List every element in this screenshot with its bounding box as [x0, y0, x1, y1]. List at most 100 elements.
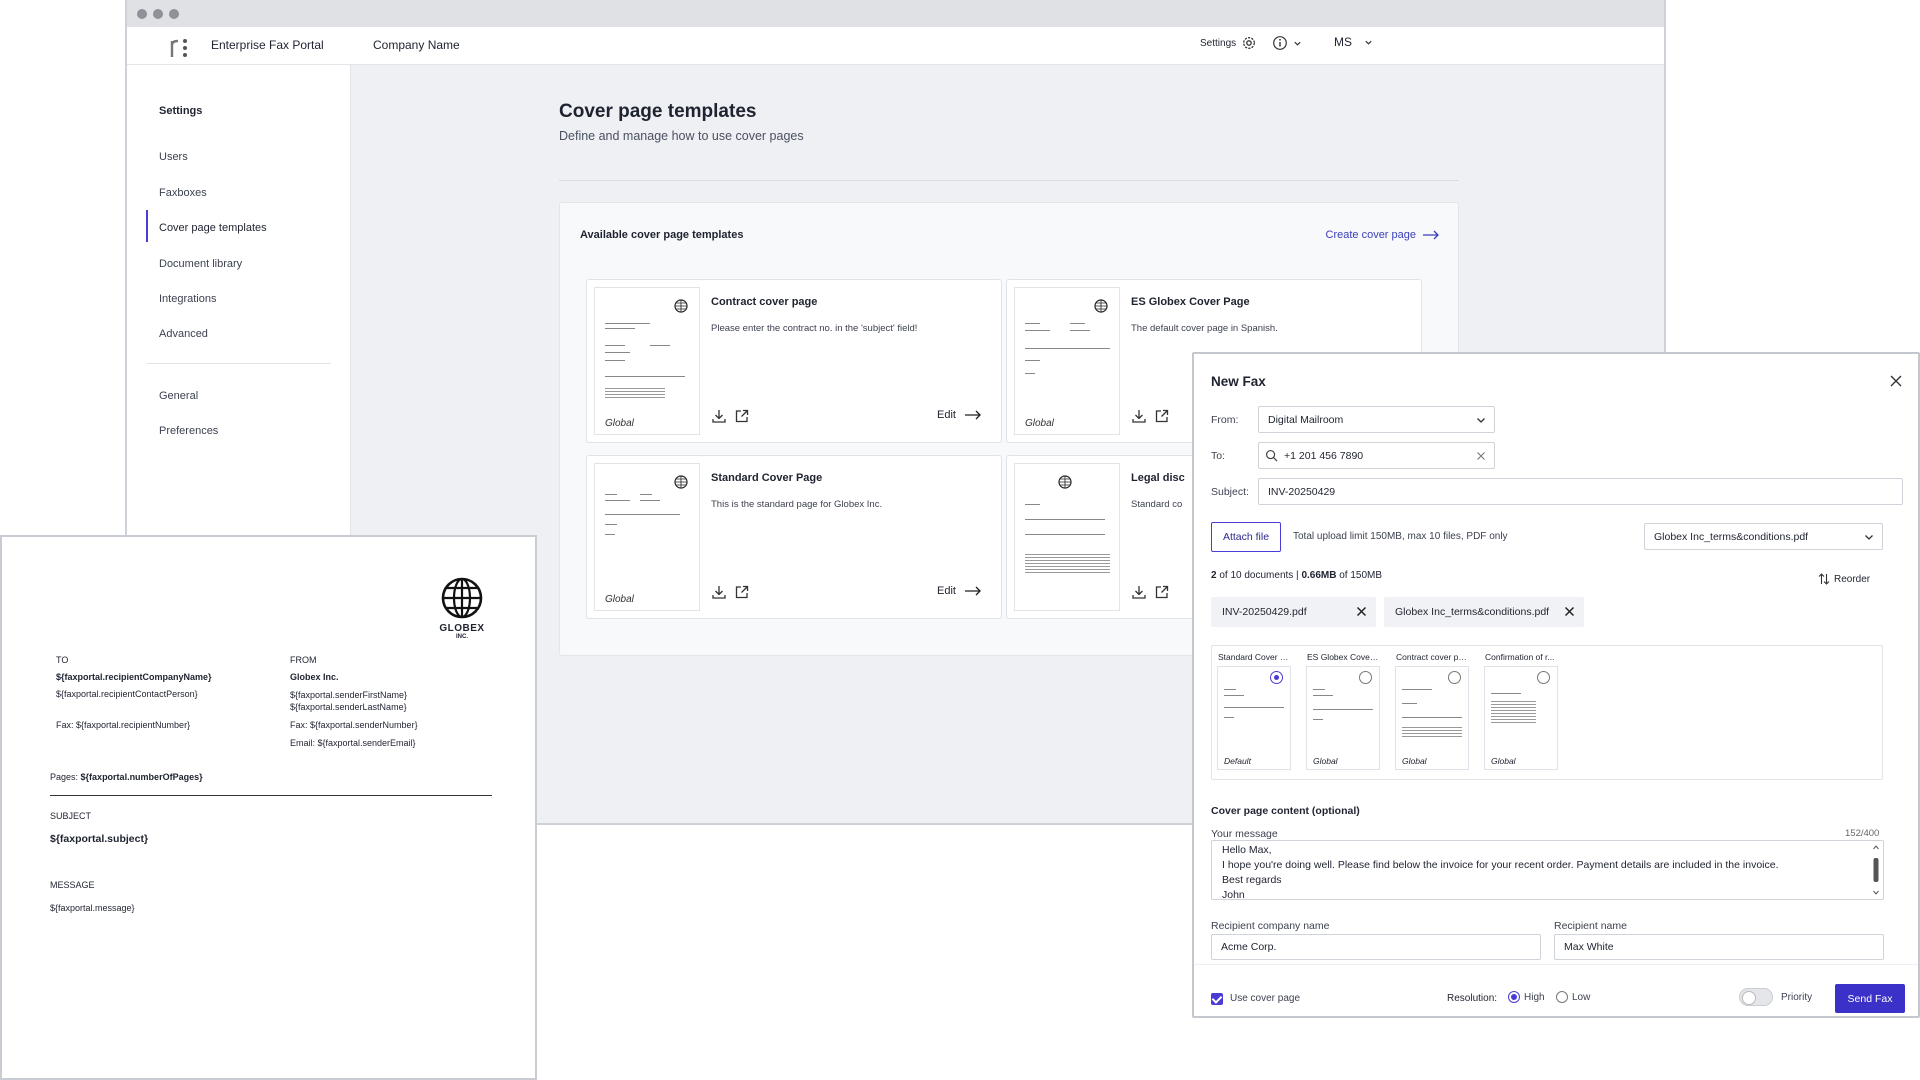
select-radio[interactable]: [1537, 671, 1550, 684]
template-card[interactable]: Global Contract cover page Please enter …: [586, 279, 1002, 443]
from-select[interactable]: Digital Mailroom: [1258, 406, 1495, 433]
priority-toggle[interactable]: [1739, 988, 1773, 1006]
cover-template-option[interactable]: Confirmation of r... Global: [1479, 646, 1562, 776]
from-first-name: ${faxportal.senderFirstName}: [290, 690, 408, 700]
select-radio[interactable]: [1448, 671, 1461, 684]
message-line: Hello Max,: [1222, 844, 1272, 856]
edit-template-button[interactable]: Edit: [937, 585, 982, 597]
attach-file-button[interactable]: Attach file: [1211, 522, 1281, 552]
from-last-name: ${faxportal.senderLastName}: [290, 702, 407, 712]
info-menu-button[interactable]: [1272, 35, 1302, 51]
app-logo-icon[interactable]: [169, 35, 191, 59]
sidebar-item-advanced[interactable]: Advanced: [159, 328, 208, 340]
to-company: ${faxportal.recipientCompanyName}: [56, 672, 212, 682]
select-radio[interactable]: [1359, 671, 1372, 684]
sidebar-item-faxboxes[interactable]: Faxboxes: [159, 187, 207, 199]
attached-file-chip: INV-20250429.pdf: [1211, 597, 1376, 627]
window-dot[interactable]: [153, 9, 163, 19]
preview-line: [1491, 693, 1521, 694]
open-external-icon[interactable]: [734, 584, 750, 600]
open-external-icon[interactable]: [734, 408, 750, 424]
use-cover-page-checkbox[interactable]: [1211, 993, 1223, 1005]
search-icon: [1265, 449, 1278, 462]
open-external-icon[interactable]: [1154, 408, 1170, 424]
preview-line: [605, 500, 630, 501]
gear-icon: [1243, 37, 1256, 49]
send-fax-button[interactable]: Send Fax: [1835, 984, 1905, 1013]
to-input[interactable]: +1 201 456 7890: [1258, 442, 1495, 469]
sidebar-item-integrations[interactable]: Integrations: [159, 293, 216, 305]
preview-text-block: [1491, 701, 1536, 725]
window-dot[interactable]: [137, 9, 147, 19]
your-message-label: Your message: [1211, 828, 1278, 840]
preview-line: [605, 524, 617, 525]
send-fax-label: Send Fax: [1847, 992, 1893, 1005]
download-icon[interactable]: [711, 584, 727, 600]
cover-template-option[interactable]: Standard Cover Page Default: [1212, 646, 1295, 776]
arrow-right-icon: [964, 586, 981, 596]
recipient-company-input[interactable]: Acme Corp.: [1211, 934, 1541, 960]
template-description: The default cover page in Spanish.: [1131, 323, 1278, 334]
template-description: Standard co: [1131, 499, 1183, 510]
section-divider: [559, 180, 1459, 181]
sidebar-item-preferences[interactable]: Preferences: [159, 425, 218, 437]
subject-label: Subject:: [1211, 486, 1249, 498]
create-cover-page-label: Create cover page: [1325, 229, 1417, 241]
create-cover-page-link[interactable]: Create cover page: [1326, 229, 1441, 241]
clear-icon[interactable]: [1476, 451, 1486, 461]
preview-line: [1313, 695, 1333, 696]
pages-label: Pages:: [50, 772, 79, 782]
template-card[interactable]: Global Standard Cover Page This is the s…: [586, 455, 1002, 619]
resolution-high-radio[interactable]: [1508, 991, 1520, 1003]
cover-template-thumbnail[interactable]: Global: [1306, 666, 1380, 770]
pages-line: Pages: ${faxportal.numberOfPages}: [50, 772, 203, 782]
sidebar-item-general[interactable]: General: [159, 390, 198, 402]
sidebar-item-document-library[interactable]: Document library: [159, 258, 242, 270]
preview-line: [1224, 707, 1284, 708]
message-textarea[interactable]: Hello Max, I hope you're doing well. Ple…: [1211, 840, 1884, 900]
close-icon[interactable]: [1888, 373, 1904, 389]
new-fax-dialog: New Fax From: Digital Mailroom To: +1 20…: [1192, 352, 1920, 1018]
file-select[interactable]: Globex Inc_terms&conditions.pdf: [1644, 523, 1883, 550]
textarea-scrollbar[interactable]: [1872, 844, 1880, 896]
resolution-low-radio[interactable]: [1556, 991, 1568, 1003]
download-icon[interactable]: [1131, 408, 1147, 424]
cover-template-option[interactable]: ES Globex Cover Page Global: [1301, 646, 1384, 776]
remove-file-icon[interactable]: [1564, 606, 1575, 617]
open-external-icon[interactable]: [1154, 584, 1170, 600]
template-thumbnail[interactable]: Global: [594, 287, 700, 435]
select-radio[interactable]: [1270, 671, 1283, 684]
subject-input[interactable]: INV-20250429: [1258, 478, 1903, 505]
download-icon[interactable]: [1131, 584, 1147, 600]
upload-limit-info: Total upload limit 150MB, max 10 files, …: [1293, 531, 1508, 542]
cover-template-name: Confirmation of r...: [1485, 652, 1555, 662]
recipient-name-input[interactable]: Max White: [1554, 934, 1884, 960]
company-name[interactable]: Company Name: [373, 38, 460, 52]
cover-template-thumbnail[interactable]: Default: [1217, 666, 1291, 770]
download-icon[interactable]: [711, 408, 727, 424]
chevron-down-icon: [1294, 41, 1301, 46]
cover-template-thumbnail[interactable]: Global: [1395, 666, 1469, 770]
settings-button[interactable]: Settings: [1200, 35, 1257, 51]
top-navigation-bar: Enterprise Fax Portal Company Name Setti…: [127, 27, 1664, 65]
window-dot[interactable]: [169, 9, 179, 19]
remove-file-icon[interactable]: [1356, 606, 1367, 617]
resolution-low-option[interactable]: Low: [1556, 991, 1590, 1003]
cover-template-thumbnail[interactable]: Global: [1484, 666, 1558, 770]
sidebar-item-users[interactable]: Users: [159, 151, 188, 163]
template-thumbnail[interactable]: Global: [1014, 287, 1120, 435]
subject-value: INV-20250429: [1268, 485, 1336, 498]
template-thumbnail[interactable]: [1014, 463, 1120, 611]
sidebar-item-cover-page-templates[interactable]: Cover page templates: [159, 222, 267, 234]
pages-value: ${faxportal.numberOfPages}: [80, 772, 203, 782]
reorder-button[interactable]: Reorder: [1818, 573, 1870, 585]
preview-line: [1025, 330, 1050, 331]
edit-template-button[interactable]: Edit: [937, 409, 982, 421]
template-thumbnail[interactable]: Global: [594, 463, 700, 611]
user-menu-button[interactable]: MS: [1334, 35, 1373, 49]
cover-template-name: ES Globex Cover Page: [1307, 652, 1379, 662]
message-line: Best regards: [1222, 874, 1282, 886]
to-fax: Fax: ${faxportal.recipientNumber}: [56, 720, 191, 730]
cover-template-option[interactable]: Contract cover page Global: [1390, 646, 1473, 776]
resolution-high-option[interactable]: High: [1508, 991, 1545, 1003]
